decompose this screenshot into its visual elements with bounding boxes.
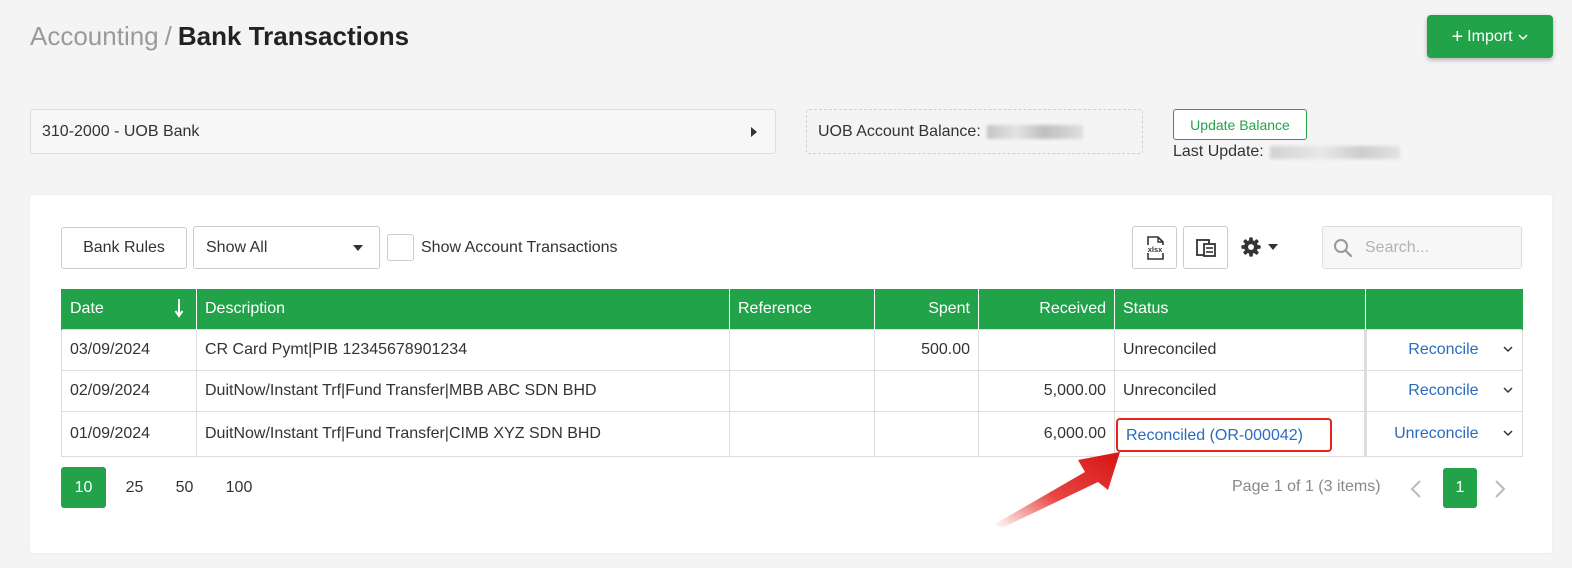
search-input[interactable] [1365,238,1505,257]
show-account-transactions-label[interactable]: Show Account Transactions [421,239,618,257]
cell-date: 02/09/2024 [61,369,197,412]
search-icon [1334,238,1353,257]
chevron-down-icon[interactable] [1502,343,1514,355]
gear-icon [1241,237,1261,257]
cell-actions: Reconcile [1364,328,1523,371]
xlsx-export-icon: xlsx [1143,235,1166,260]
bank-account-select[interactable]: 310-2000 - UOB Bank [30,109,776,154]
column-header-date[interactable]: Date [61,289,197,329]
cell-status: Unreconciled [1114,369,1366,412]
cell-description: CR Card Pymt|PIB 12345678901234 [196,328,730,371]
column-header-actions [1365,289,1523,329]
update-balance-button[interactable]: Update Balance [1173,109,1307,140]
search-box [1322,226,1522,269]
table-row[interactable]: 02/09/2024 DuitNow/Instant Trf|Fund Tran… [61,369,1523,412]
reconcile-link[interactable]: Reconcile [1408,341,1478,358]
table-row[interactable]: 03/09/2024 CR Card Pymt|PIB 123456789012… [61,328,1523,371]
caret-down-icon [353,244,363,251]
cell-actions: Reconcile [1364,369,1523,412]
cell-status: Unreconciled [1114,328,1366,371]
account-balance-value-redacted [986,124,1083,139]
column-chooser-button[interactable] [1183,226,1228,269]
page-size-10[interactable]: 10 [61,467,106,508]
cell-date: 03/09/2024 [61,328,197,371]
page-info: Page 1 of 1 (3 items) [1232,478,1381,495]
page-size-100[interactable]: 100 [214,467,264,508]
cell-spent [874,369,979,412]
cell-date: 01/09/2024 [61,410,197,457]
page-number-1[interactable]: 1 [1443,468,1477,508]
cell-received [978,328,1115,371]
cell-received: 5,000.00 [978,369,1115,412]
bank-rules-button[interactable]: Bank Rules [61,227,187,269]
sort-down-icon [174,299,184,318]
show-account-transactions-checkbox[interactable] [387,234,414,261]
export-xlsx-button[interactable]: xlsx [1132,226,1177,269]
reconciled-status-link[interactable]: Reconciled (OR-000042) [1116,418,1332,452]
account-balance-box: UOB Account Balance: [806,109,1143,154]
breadcrumb-separator: / [164,21,172,51]
cell-reference [729,369,875,412]
column-header-status[interactable]: Status [1114,289,1366,329]
cell-spent: 500.00 [874,328,979,371]
column-header-description[interactable]: Description [196,289,730,329]
last-update-value-redacted [1269,145,1400,159]
show-account-transactions: Show Account Transactions [387,234,618,261]
svg-text:xlsx: xlsx [1147,245,1162,254]
cell-spent [874,410,979,457]
import-label: Import [1467,27,1513,45]
caret-right-icon [751,126,757,137]
breadcrumb-parent[interactable]: Accounting [30,21,159,51]
caret-down-icon [1268,244,1278,250]
column-header-spent[interactable]: Spent [874,289,979,329]
cell-received: 6,000.00 [978,410,1115,457]
cell-actions: Unreconcile [1364,410,1523,457]
column-header-date-label: Date [70,299,104,317]
page-size-50[interactable]: 50 [162,467,207,508]
column-chooser-icon [1195,238,1216,257]
table-header-row: Date Description Reference Spent Receive… [61,289,1523,329]
breadcrumb: Accounting / Bank Transactions [30,20,409,52]
page-title: Bank Transactions [177,21,410,51]
cell-reference [729,410,875,457]
chevron-right-icon[interactable] [1493,478,1507,500]
plus-icon: + [1451,25,1464,48]
table-row[interactable]: 01/09/2024 DuitNow/Instant Trf|Fund Tran… [61,410,1523,457]
filter-select[interactable]: Show All [193,226,380,269]
column-header-received[interactable]: Received [978,289,1115,329]
last-update: Last Update: [1173,143,1400,161]
chevron-down-icon [1517,33,1528,40]
filter-value: Show All [206,238,268,256]
unreconcile-link[interactable]: Unreconcile [1394,425,1478,442]
account-balance-label: UOB Account Balance: [818,122,981,140]
cell-description: DuitNow/Instant Trf|Fund Transfer|MBB AB… [196,369,730,412]
import-button[interactable]: + Import [1427,15,1553,58]
reconcile-link[interactable]: Reconcile [1408,382,1478,399]
transactions-table: Date Description Reference Spent Receive… [61,289,1523,457]
chevron-down-icon[interactable] [1502,427,1514,439]
bank-account-value: 310-2000 - UOB Bank [42,122,200,140]
cell-status: Reconciled (OR-000042) [1114,410,1366,457]
chevron-down-icon[interactable] [1502,384,1514,396]
chevron-left-icon[interactable] [1409,478,1423,500]
page-size-25[interactable]: 25 [112,467,157,508]
cell-reference [729,328,875,371]
settings-menu-button[interactable] [1240,231,1292,263]
cell-description: DuitNow/Instant Trf|Fund Transfer|CIMB X… [196,410,730,457]
column-header-reference[interactable]: Reference [729,289,875,329]
last-update-label: Last Update: [1173,143,1264,160]
